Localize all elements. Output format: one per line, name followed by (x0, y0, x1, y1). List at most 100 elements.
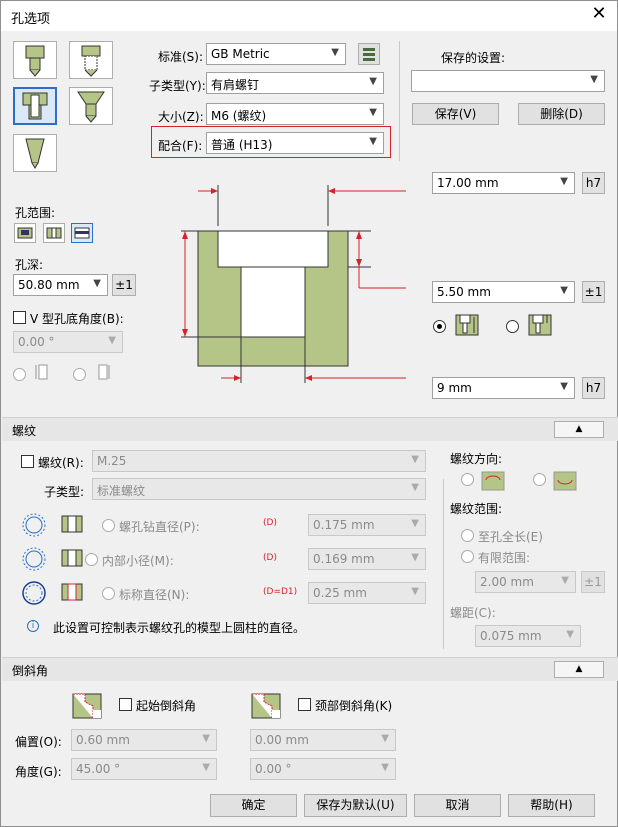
fit-select[interactable]: 普通 (H13) ▼ (206, 132, 384, 154)
info-text: 此设置可控制表示螺纹孔的模型上圆柱的直径。 (53, 621, 306, 635)
chevron-down-icon: ▼ (411, 586, 419, 597)
thread-section-title: 螺纹 (12, 424, 37, 438)
chamfer-section-title: 倒斜角 (12, 664, 49, 678)
bottom-diameter-tolerance-button[interactable]: h7 (582, 377, 605, 399)
blind-range-icon[interactable] (14, 223, 36, 243)
size-select[interactable]: M6 (螺纹) ▼ (206, 103, 384, 125)
tap-drill-radio[interactable] (102, 519, 115, 532)
chevron-down-icon: ▼ (566, 629, 574, 640)
save-as-default-button[interactable]: 保存为默认(U) (304, 794, 407, 817)
chevron-down-icon: ▼ (381, 733, 389, 744)
hole-depth-tolerance-button[interactable]: ±1 (112, 274, 136, 296)
start-chamfer-angle-input[interactable]: 45.00 ° ▼ (71, 758, 217, 780)
separator (399, 41, 400, 161)
hole-type-cbore-screw-icon[interactable] (13, 87, 57, 125)
thread-subtype-value: 标准螺纹 (97, 484, 146, 498)
start-chamfer-offset-input[interactable]: 0.60 mm ▼ (71, 729, 217, 751)
subtype-select[interactable]: 有肩螺钉 ▼ (206, 72, 384, 94)
ok-button[interactable]: 确定 (210, 794, 297, 817)
thread-direction-left-radio[interactable] (533, 473, 546, 486)
nominal-diameter-value: 0.25 mm (313, 586, 367, 600)
thread-limited-tolerance-button[interactable]: ±1 (581, 571, 605, 593)
v-angle-input[interactable]: 0.00 ° ▼ (13, 331, 123, 353)
chevron-down-icon: ▼ (93, 278, 101, 289)
close-icon[interactable]: ✕ (589, 4, 609, 24)
minor-diameter-input[interactable]: 0.169 mm ▼ (308, 548, 426, 570)
subtype-value: 有肩螺钉 (211, 78, 260, 92)
nominal-diameter-tag: (D=D1) (263, 587, 298, 597)
neck-chamfer-checkbox[interactable] (298, 698, 311, 711)
depth-ref-radio-2[interactable] (506, 320, 519, 333)
diameter-tolerance-button[interactable]: h7 (582, 172, 605, 194)
tap-drill-circle-icon (21, 512, 47, 541)
title-bar: 孔选项 ✕ (1, 1, 617, 31)
thread-direction-label: 螺纹方向: (450, 452, 503, 466)
through-all-range-icon[interactable] (71, 223, 93, 243)
collapse-up-icon[interactable]: ▲ (554, 421, 604, 438)
help-button[interactable]: 帮助(H) (508, 794, 595, 817)
thread-direction-right-radio[interactable] (461, 473, 474, 486)
hole-depth-value: 50.80 mm (18, 278, 80, 292)
minor-diameter-radio[interactable] (85, 553, 98, 566)
v-angle-checkbox[interactable] (13, 311, 26, 324)
cbore-depth-value: 5.50 mm (437, 285, 491, 299)
hole-type-simple-icon[interactable] (13, 134, 57, 172)
hole-options-dialog: 孔选项 ✕ 标准(S): GB Metric ▼ 子类型(Y): 有肩螺钉 ▼ 大小… (0, 0, 618, 827)
chevron-down-icon: ▼ (369, 76, 377, 87)
hole-type-cbore-icon[interactable] (13, 41, 57, 79)
chevron-down-icon: ▼ (202, 733, 210, 744)
saved-settings-select[interactable]: ▼ (411, 70, 605, 92)
tap-drill-input[interactable]: 0.175 mm ▼ (308, 514, 426, 536)
thread-range-label: 螺纹范围: (450, 502, 503, 516)
thread-full-length-radio[interactable] (461, 529, 474, 542)
bottom-type-radio-1[interactable] (13, 368, 26, 381)
tap-drill-tag: (D) (263, 518, 277, 528)
standard-label: 标准(S): (158, 50, 204, 64)
right-hand-thread-icon (480, 470, 506, 495)
thread-pitch-label: 螺距(C): (450, 606, 496, 620)
thread-pitch-input[interactable]: 0.075 mm ▼ (475, 625, 581, 647)
hole-type-csink-icon[interactable] (69, 87, 113, 125)
hole-depth-input[interactable]: 50.80 mm ▼ (13, 274, 108, 296)
chevron-down-icon: ▼ (560, 381, 568, 392)
diameter-input[interactable]: 17.00 mm ▼ (432, 172, 575, 194)
thread-limited-radio[interactable] (461, 550, 474, 563)
chevron-down-icon: ▼ (202, 762, 210, 773)
depth-ref-radio-1[interactable] (433, 320, 446, 333)
diameter-value: 17.00 mm (437, 176, 499, 190)
neck-chamfer-angle-input[interactable]: 0.00 ° ▼ (250, 758, 396, 780)
collapse-up-icon[interactable]: ▲ (554, 661, 604, 678)
nominal-diameter-radio[interactable] (102, 587, 115, 600)
tap-drill-value: 0.175 mm (313, 518, 375, 532)
thread-select[interactable]: M.25 ▼ (92, 450, 426, 472)
cbore-depth-input[interactable]: 5.50 mm ▼ (432, 281, 575, 303)
minor-diameter-label: 内部小径(M): (102, 554, 174, 568)
cancel-button[interactable]: 取消 (414, 794, 501, 817)
thread-limited-input[interactable]: 2.00 mm ▼ (475, 571, 576, 593)
minor-diameter-circle-icon (21, 546, 47, 575)
nominal-diameter-section-icon (60, 582, 84, 605)
neck-chamfer-icon (250, 692, 282, 723)
chevron-down-icon: ▼ (560, 285, 568, 296)
up-to-next-range-icon[interactable] (43, 223, 65, 243)
start-chamfer-offset-value: 0.60 mm (76, 733, 130, 747)
neck-chamfer-offset-input[interactable]: 0.00 mm ▼ (250, 729, 396, 751)
save-settings-button[interactable]: 保存(V) (412, 103, 499, 125)
fit-label: 配合(F): (158, 139, 203, 153)
standard-settings-button[interactable] (358, 43, 380, 65)
bottom-flat-icon (33, 363, 53, 386)
thread-label: 螺纹(R): (38, 456, 84, 470)
start-chamfer-angle-value: 45.00 ° (76, 762, 121, 776)
hole-type-tapped-icon[interactable] (69, 41, 113, 79)
thread-checkbox[interactable] (21, 455, 34, 468)
minor-diameter-section-icon (60, 548, 84, 571)
cbore-depth-tolerance-button[interactable]: ±1 (582, 281, 605, 303)
start-chamfer-checkbox[interactable] (119, 698, 132, 711)
delete-settings-button[interactable]: 删除(D) (518, 103, 605, 125)
bottom-type-radio-2[interactable] (73, 368, 86, 381)
standard-select[interactable]: GB Metric ▼ (206, 43, 346, 65)
thread-subtype-select[interactable]: 标准螺纹 ▼ (92, 478, 426, 500)
info-icon: i (27, 620, 39, 632)
bottom-diameter-input[interactable]: 9 mm ▼ (432, 377, 575, 399)
nominal-diameter-input[interactable]: 0.25 mm ▼ (308, 582, 426, 604)
